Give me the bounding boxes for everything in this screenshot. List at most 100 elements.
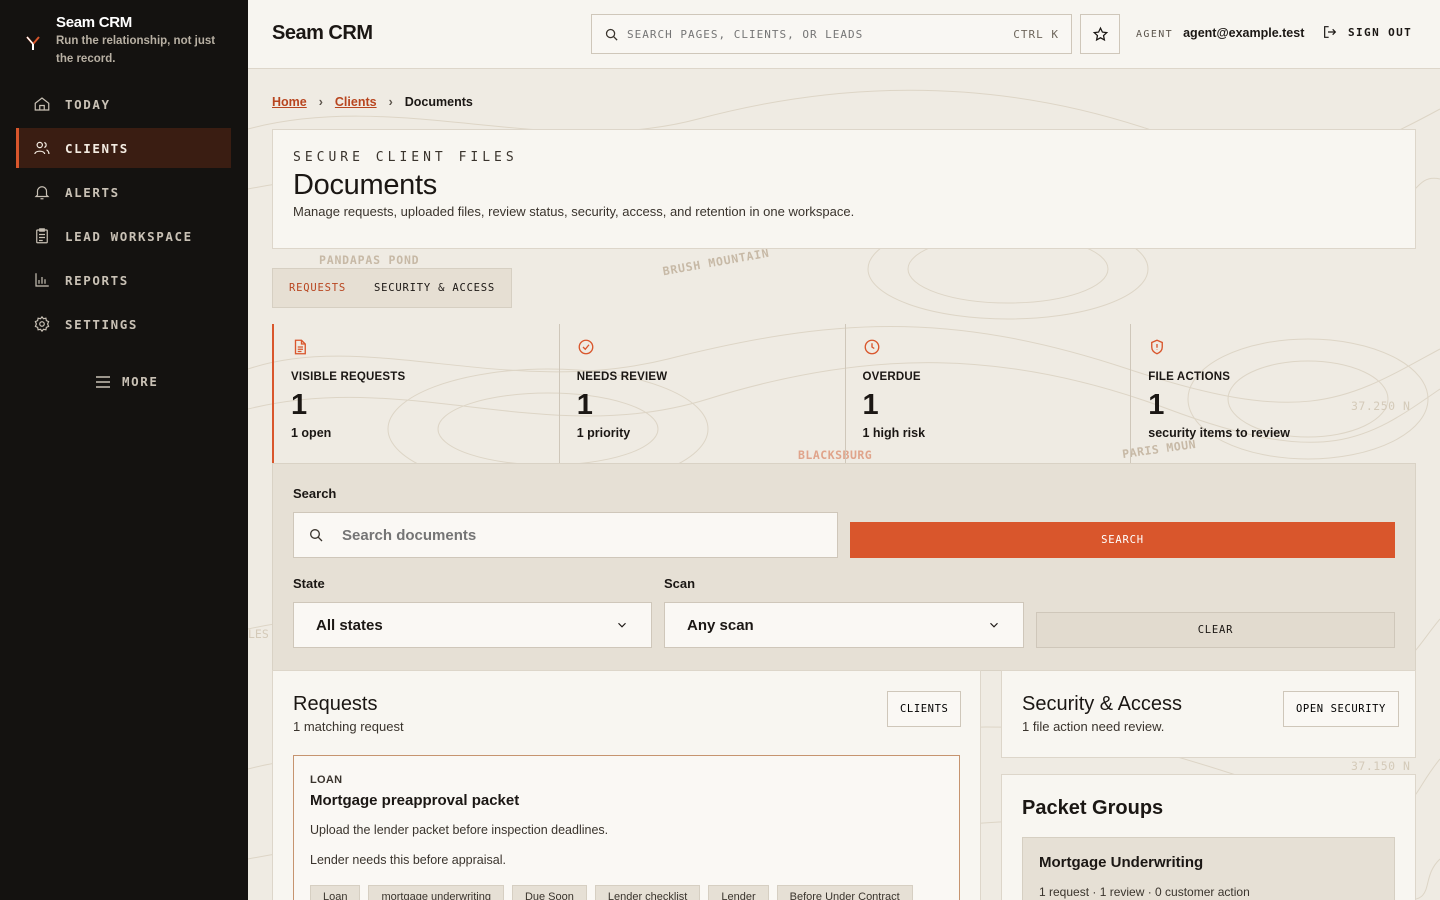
page-eyebrow: SECURE CLIENT FILES (293, 150, 518, 165)
page-header-card: SECURE CLIENT FILES Documents Manage req… (272, 129, 1416, 249)
request-tag: Lender checklist (594, 885, 701, 900)
tab-bar: REQUESTS SECURITY & ACCESS (272, 268, 513, 308)
sidebar: Seam CRM Run the relationship, not just … (0, 0, 248, 900)
sidebar-item-label: TODAY (65, 96, 111, 112)
stat-label: NEEDS REVIEW (576, 371, 668, 383)
request-title: Mortgage preapproval packet (310, 792, 520, 809)
stat-card-overdue: OVERDUE 1 1 high risk (846, 324, 1132, 464)
gear-icon (34, 315, 50, 333)
requests-title: Requests (293, 693, 378, 715)
search-shortcut: CTRL K (1013, 27, 1059, 41)
request-tag: Loan (310, 885, 361, 900)
requests-panel: Requests 1 matching request CLIENTS LOAN… (272, 670, 981, 900)
more-label: MORE (122, 374, 159, 389)
brand-tagline: Run the relationship, not just the recor… (56, 35, 216, 65)
users-icon (34, 141, 50, 155)
clock-icon (864, 339, 879, 355)
request-tag: Before Under Contract (776, 885, 913, 900)
clear-button[interactable]: CLEAR (1036, 612, 1395, 648)
sidebar-item-label: LEAD WORKSPACE (65, 228, 193, 244)
home-icon (34, 97, 50, 111)
chevron-down-icon (990, 622, 998, 628)
clipboard-icon (36, 228, 48, 244)
brand-name: Seam CRM (56, 14, 132, 31)
request-tag: mortgage underwriting (368, 885, 504, 900)
stat-label: VISIBLE REQUESTS (291, 371, 406, 383)
stat-label: OVERDUE (862, 371, 921, 383)
sign-out-button[interactable]: SIGN OUT (1322, 24, 1412, 40)
star-icon (1092, 26, 1108, 41)
sidebar-item-label: SETTINGS (65, 316, 139, 332)
sidebar-item-clients[interactable]: CLIENTS (16, 128, 231, 168)
open-security-button[interactable]: OPEN SECURITY (1283, 691, 1399, 727)
map-label-pond: PANDAPAS POND (319, 253, 420, 267)
filter-panel: Search SEARCH State All states Scan Any … (272, 463, 1416, 671)
sidebar-item-label: REPORTS (65, 272, 129, 288)
global-search-input[interactable] (627, 27, 1006, 41)
request-note: Lender needs this before appraisal. (310, 853, 506, 867)
scan-select[interactable]: Any scan (664, 602, 1024, 648)
state-select[interactable]: All states (293, 602, 652, 648)
shield-icon (1151, 339, 1164, 355)
request-card[interactable]: LOAN Mortgage preapproval packet Upload … (293, 755, 960, 900)
packet-group-card[interactable]: Mortgage Underwriting 1 request · 1 revi… (1022, 837, 1395, 900)
stat-subtext: 1 priority (576, 426, 631, 440)
logout-icon (1324, 26, 1337, 38)
document-search-input[interactable] (342, 526, 823, 544)
security-subtitle: 1 file action need review. (1022, 719, 1165, 734)
scan-select-value: Any scan (687, 616, 754, 634)
tab-requests[interactable]: REQUESTS (289, 282, 346, 294)
stat-value: 1 (291, 389, 308, 421)
stat-card-file-actions: FILE ACTIONS 1 security items to review (1131, 324, 1416, 464)
sidebar-item-today[interactable]: TODAY (16, 84, 231, 124)
sidebar-item-lead-workspace[interactable]: LEAD WORKSPACE (16, 216, 231, 256)
stat-value: 1 (576, 389, 593, 421)
sidebar-item-reports[interactable]: REPORTS (16, 260, 231, 300)
security-title: Security & Access (1022, 693, 1183, 715)
sidebar-item-settings[interactable]: SETTINGS (16, 304, 231, 344)
request-tags: Loan mortgage underwriting Due Soon Lend… (310, 885, 943, 900)
search-button[interactable]: SEARCH (850, 522, 1395, 558)
document-icon (294, 339, 306, 355)
page-title: Documents (293, 169, 437, 201)
breadcrumb-home[interactable]: Home (272, 95, 307, 109)
sign-out-label: SIGN OUT (1348, 25, 1413, 39)
document-search[interactable] (293, 512, 838, 558)
state-select-value: All states (316, 616, 383, 634)
favorite-button[interactable] (1080, 14, 1120, 54)
sidebar-nav: TODAY CLIENTS ALERTS LEAD WORKSPACE REPO… (16, 84, 231, 348)
request-tag: Lender (708, 885, 769, 900)
stat-subtext: 1 open (291, 426, 332, 440)
search-icon (310, 529, 323, 542)
stat-value: 1 (1148, 389, 1165, 421)
sidebar-item-alerts[interactable]: ALERTS (16, 172, 231, 212)
requests-subtitle: 1 matching request (293, 719, 404, 734)
state-label: State (293, 576, 325, 591)
global-search[interactable]: CTRL K (591, 14, 1072, 54)
packet-group-name: Mortgage Underwriting (1039, 854, 1204, 871)
search-icon (605, 28, 618, 41)
security-access-panel: Security & Access 1 file action need rev… (1001, 670, 1416, 758)
main-content: PANDAPAS POND BRUSH MOUNTAIN BLACKSBURG … (248, 69, 1440, 900)
request-description: Upload the lender packet before inspecti… (310, 823, 609, 837)
breadcrumb-clients[interactable]: Clients (335, 95, 377, 109)
map-label-coord-2: 37.150 N (1351, 759, 1411, 773)
stat-card-needs-review: NEEDS REVIEW 1 1 priority (560, 324, 846, 464)
clients-button[interactable]: CLIENTS (887, 691, 962, 727)
tab-security-access[interactable]: SECURITY & ACCESS (374, 282, 495, 294)
agent-label: AGENT (1136, 29, 1174, 40)
stat-label: FILE ACTIONS (1148, 371, 1231, 383)
chevron-down-icon (618, 622, 626, 628)
map-label-les: LES (248, 627, 269, 641)
header-app-title: Seam CRM (272, 22, 373, 44)
sidebar-item-label: ALERTS (65, 184, 120, 200)
more-button[interactable]: MORE (96, 374, 159, 389)
menu-icon (96, 375, 110, 388)
page-description: Manage requests, uploaded files, review … (293, 204, 855, 219)
agent-email: agent@example.test (1183, 26, 1305, 40)
breadcrumb-current: Documents (404, 95, 473, 109)
stat-card-visible-requests: VISIBLE REQUESTS 1 1 open (272, 324, 560, 464)
brand[interactable]: Seam CRM Run the relationship, not just … (24, 14, 224, 68)
search-label: Search (293, 486, 337, 501)
stat-subtext: 1 high risk (862, 426, 926, 440)
